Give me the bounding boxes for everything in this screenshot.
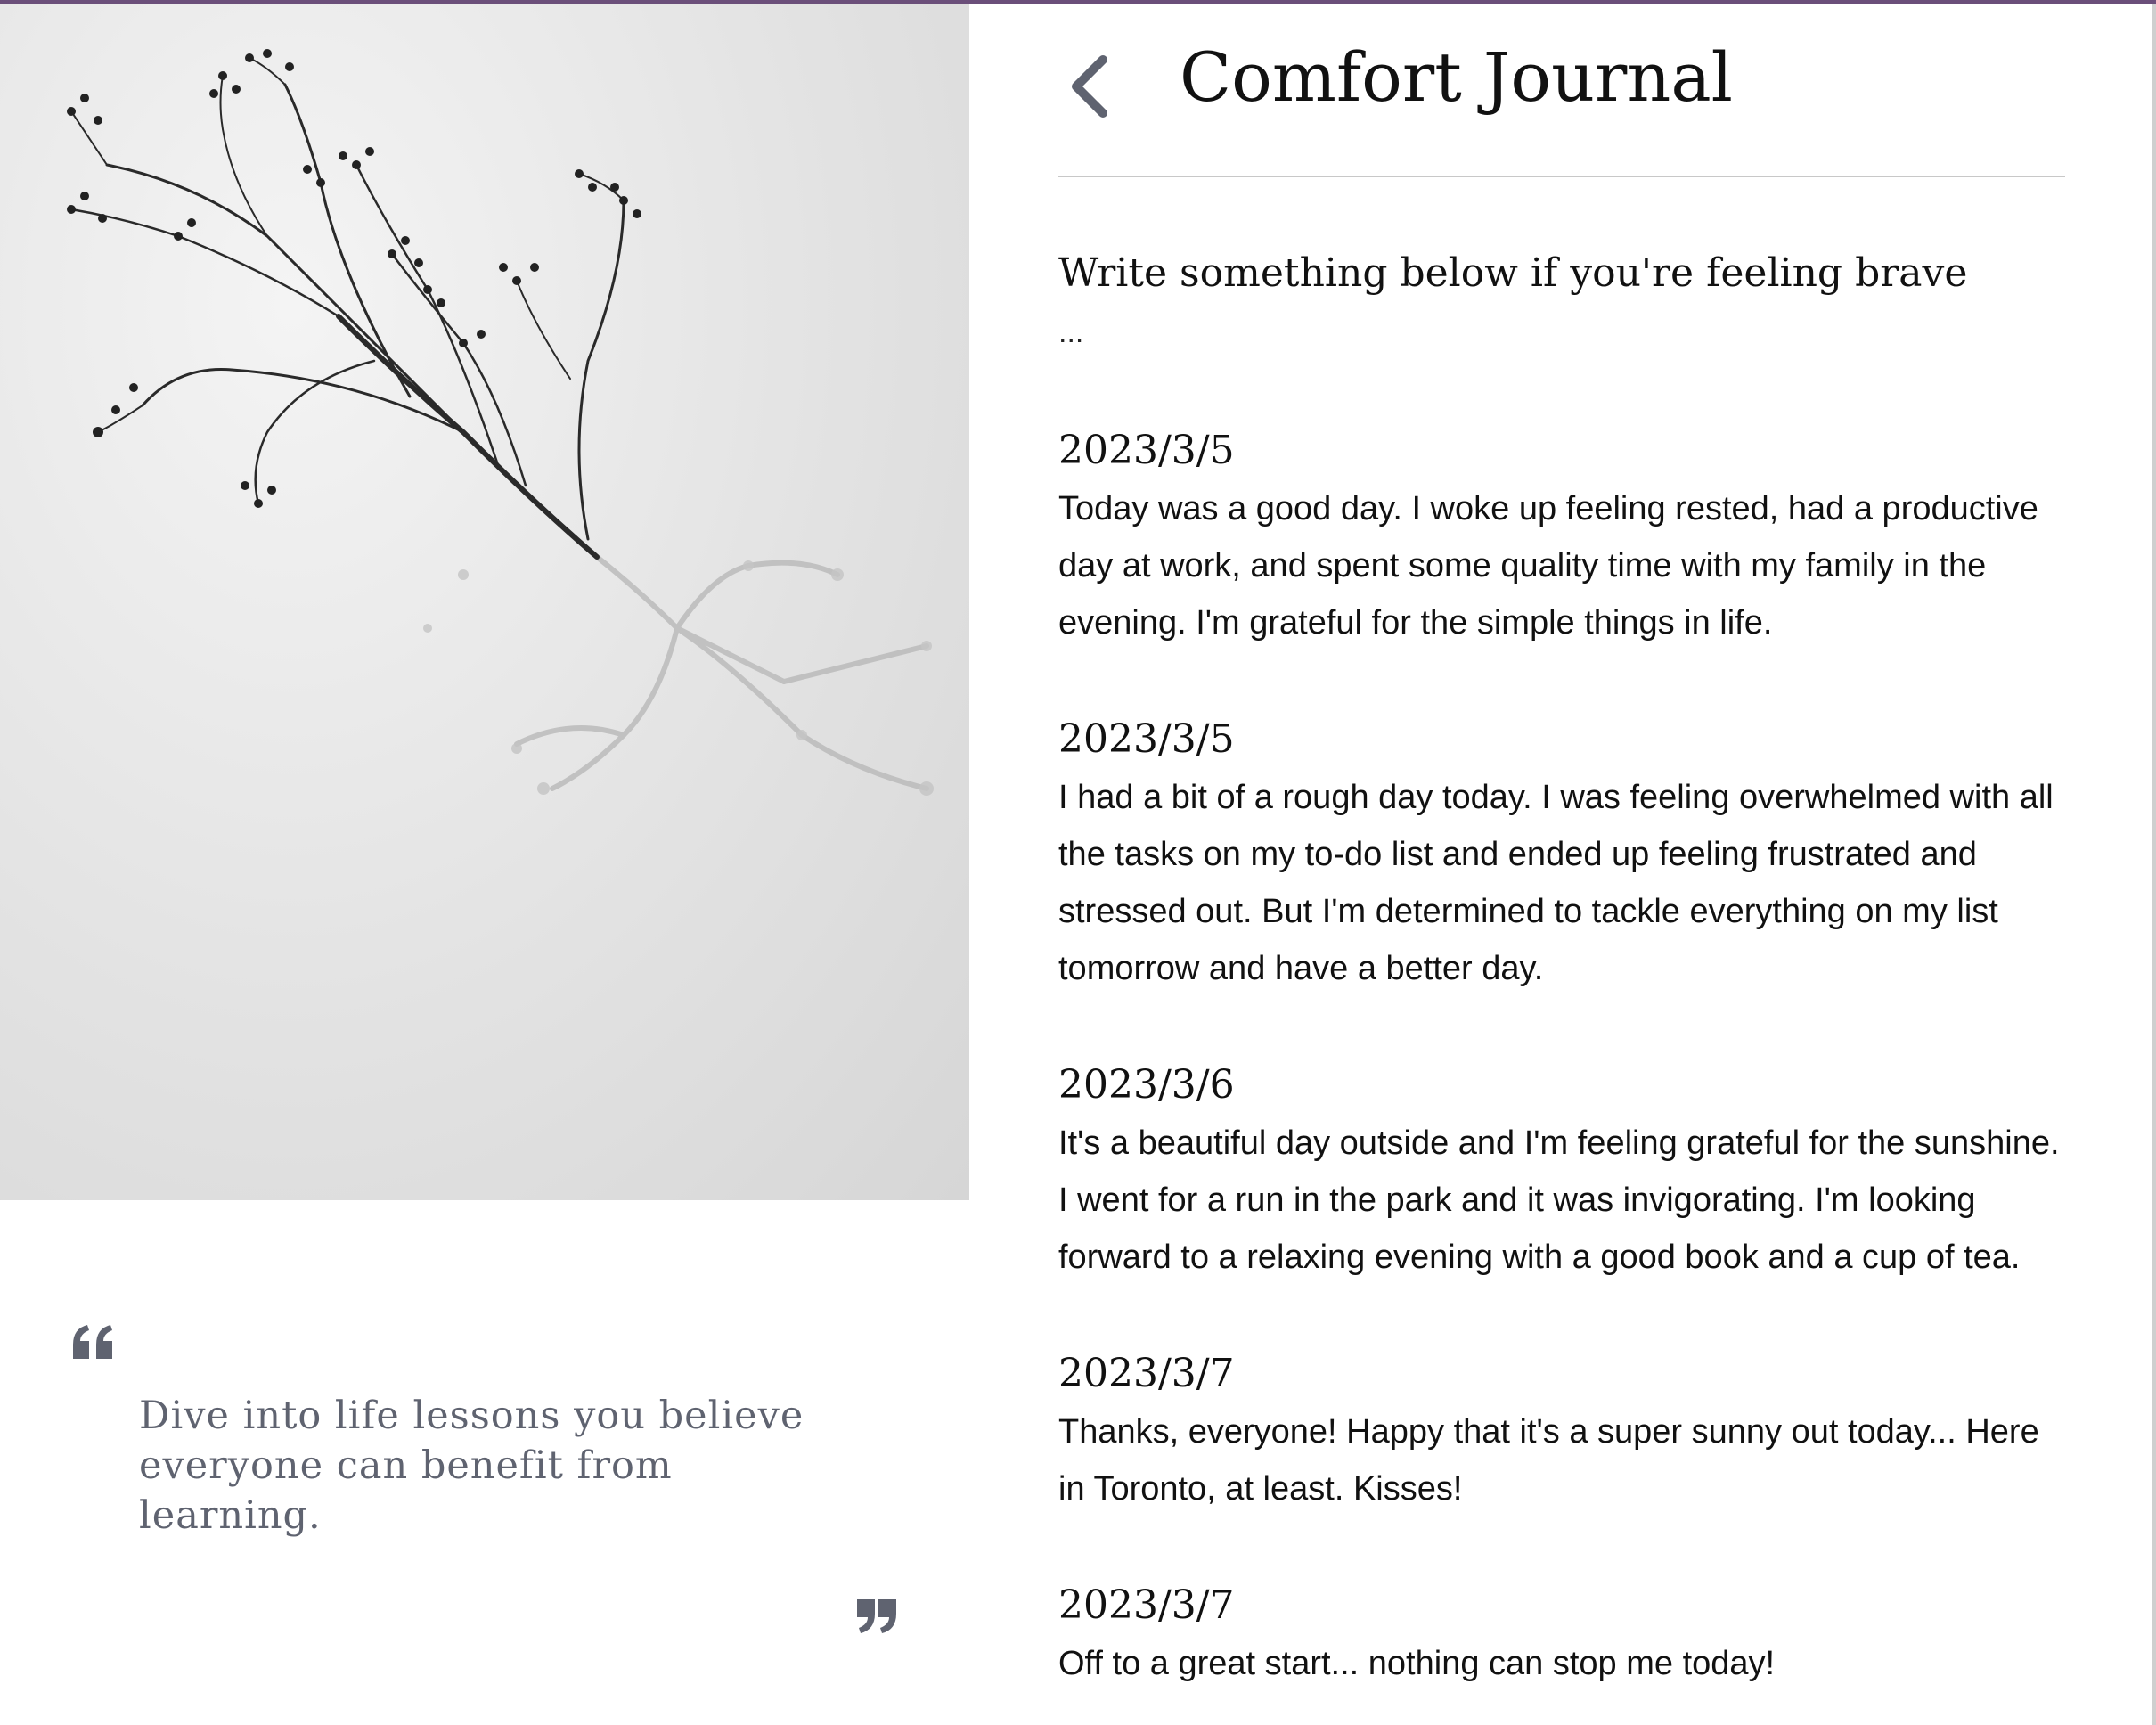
quote-close-icon bbox=[857, 1599, 896, 1633]
hero-photo bbox=[0, 4, 969, 1200]
entry-text: Today was a good day. I woke up feeling … bbox=[1058, 490, 2038, 642]
entry-date: 2023/3/6 bbox=[1058, 1062, 1235, 1108]
journal-entries-list: 2023/3/5 Today was a good day. I woke up… bbox=[1058, 421, 2065, 1725]
journal-entry: 2023/3/5 Today was a good day. I woke up… bbox=[1058, 421, 2065, 651]
entry-text: Thanks, everyone! Happy that it's a supe… bbox=[1058, 1413, 2039, 1508]
compose-prompt: Write something below if you're feeling … bbox=[1058, 250, 1968, 296]
page-title: Comfort Journal bbox=[1180, 37, 1733, 117]
journal-entry: 2023/3/7 Thanks, everyone! Happy that it… bbox=[1058, 1345, 2065, 1517]
quote-open-icon bbox=[73, 1325, 112, 1359]
entry-date: 2023/3/5 bbox=[1058, 716, 1235, 762]
left-panel: Dive into life lessons you believe every… bbox=[0, 4, 969, 1725]
entry-date: 2023/3/5 bbox=[1058, 428, 1235, 473]
journal-entry: 2023/3/7 Off to a great start... nothing… bbox=[1058, 1576, 2065, 1692]
chevron-left-icon bbox=[1072, 55, 1107, 118]
entry-text: It's a beautiful day outside and I'm fee… bbox=[1058, 1124, 2060, 1276]
journal-entry: 2023/3/6 It's a beautiful day outside an… bbox=[1058, 1056, 2065, 1286]
entry-text: I had a bit of a rough day today. I was … bbox=[1058, 779, 2054, 987]
inspirational-quote: Dive into life lessons you believe every… bbox=[139, 1394, 804, 1538]
journal-header: Comfort Journal bbox=[1058, 4, 2065, 177]
journal-entry-input[interactable]: ... bbox=[1058, 309, 2065, 356]
entry-text: Off to a great start... nothing can stop… bbox=[1058, 1645, 1776, 1682]
app-window: Dive into life lessons you believe every… bbox=[0, 0, 2156, 1725]
entry-date: 2023/3/7 bbox=[1058, 1351, 1235, 1396]
entry-date: 2023/3/7 bbox=[1058, 1582, 1235, 1628]
journal-panel: Comfort Journal Write something below if… bbox=[1058, 4, 2065, 1725]
branch-illustration bbox=[67, 49, 934, 796]
journal-entry: 2023/3/5 I had a bit of a rough day toda… bbox=[1058, 710, 2065, 997]
back-button[interactable] bbox=[1060, 51, 1121, 122]
window-edge bbox=[2152, 4, 2156, 1725]
